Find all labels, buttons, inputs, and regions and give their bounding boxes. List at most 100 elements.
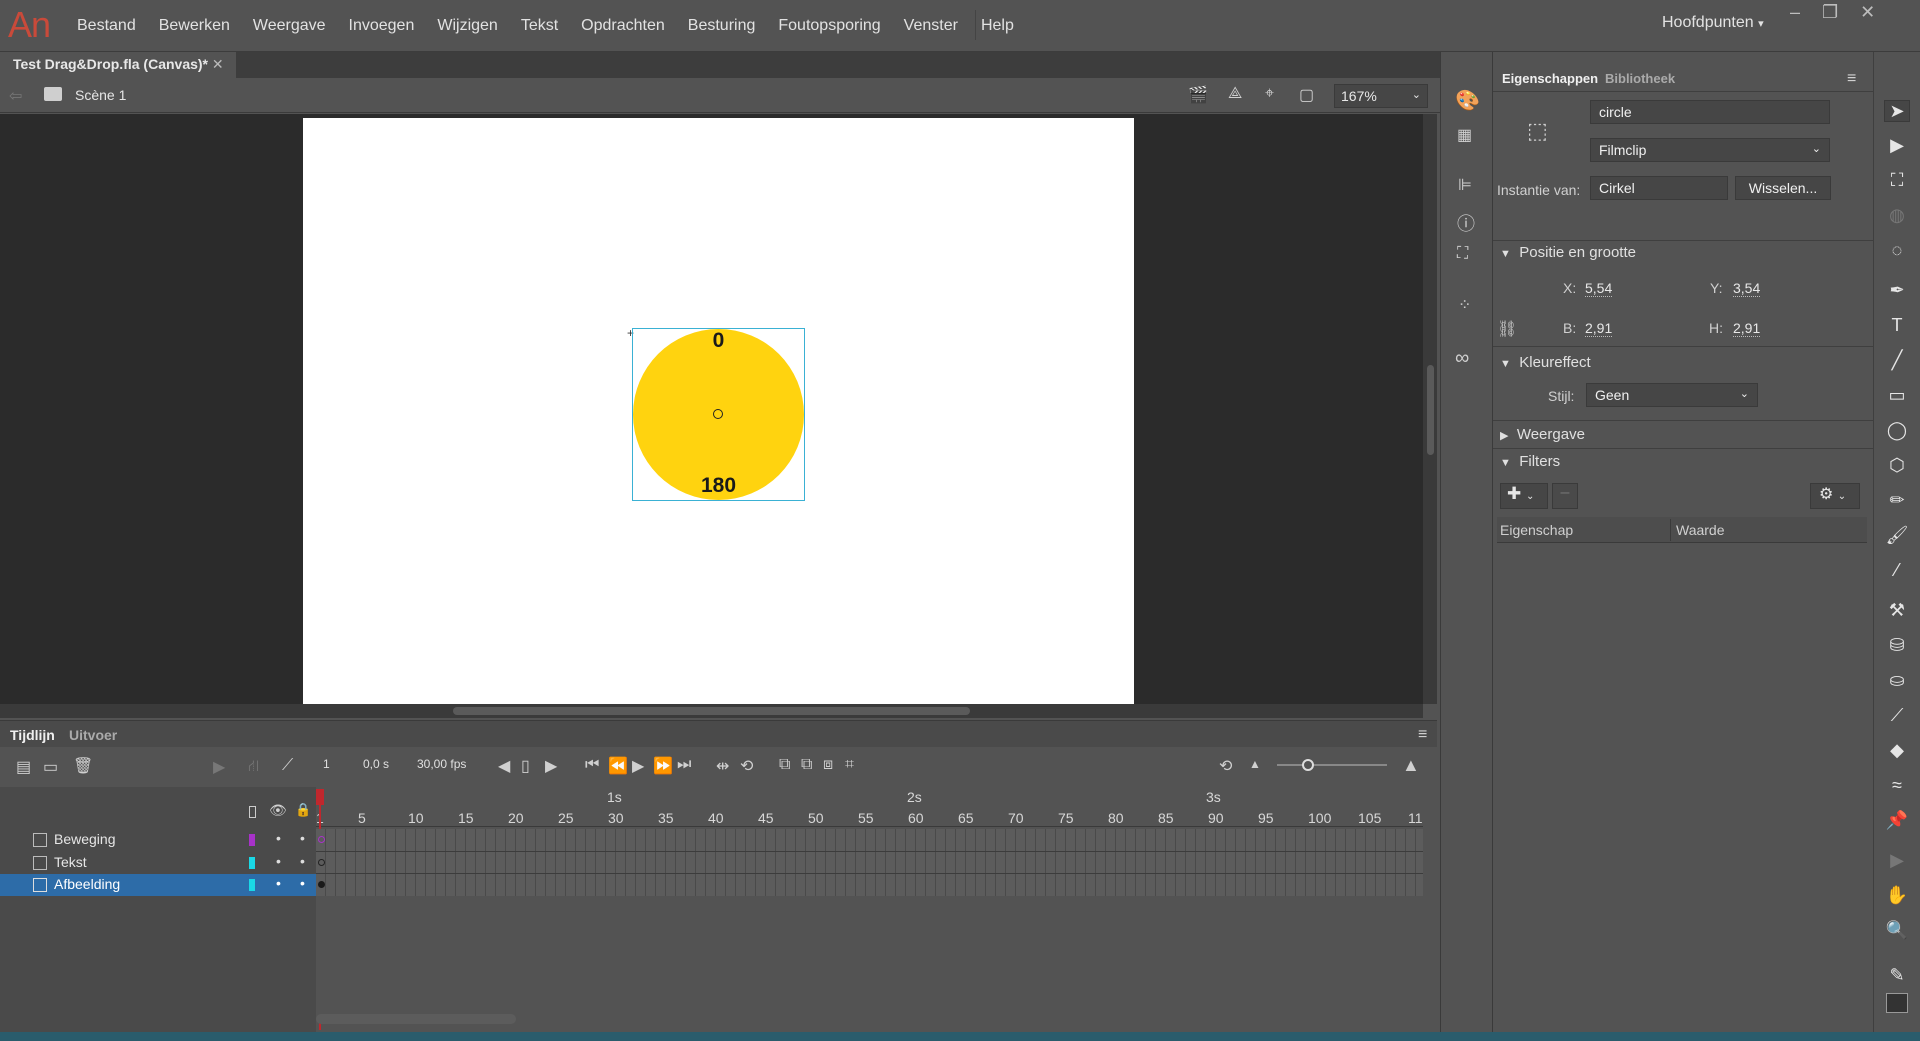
new-folder-icon[interactable]: ▭ [43, 757, 58, 777]
back-arrow-icon[interactable]: ⇦ [9, 86, 22, 106]
paint-brush-tool-icon[interactable]: 🖌 [1884, 525, 1910, 547]
modify-markers-icon[interactable]: ⌗ [845, 756, 854, 774]
center-stage-icon[interactable]: ⌖ [1265, 85, 1274, 103]
height-value[interactable]: 2,91 [1733, 320, 1761, 337]
playhead-marker[interactable] [316, 789, 324, 805]
x-value[interactable]: 5,54 [1585, 280, 1613, 297]
3d-rotation-tool-icon[interactable]: ◍ [1884, 205, 1910, 227]
menu-item-opdrachten[interactable]: Opdrachten [581, 17, 665, 35]
layer-color-swatch[interactable] [249, 834, 255, 846]
visibility-dot[interactable]: • [276, 853, 281, 869]
rectangle-tool-icon[interactable]: ▭ [1884, 385, 1910, 407]
zoom-select[interactable]: 167% ⌄ [1334, 84, 1428, 108]
layer-row-beweging[interactable]: Beweging • • [0, 829, 316, 851]
free-transform-tool-icon[interactable]: ⛶ [1884, 170, 1910, 192]
tab-uitvoer[interactable]: Uitvoer [69, 727, 117, 743]
oval-tool-icon[interactable]: ◯ [1884, 420, 1910, 442]
current-frame[interactable]: 1 [323, 757, 330, 771]
align-icon[interactable]: ⊫ [1458, 175, 1472, 195]
color-effect-section-header[interactable]: ▼ Kleureffect [1500, 354, 1591, 371]
camera-layer-icon[interactable]: ▶ [213, 757, 225, 777]
components-icon[interactable]: ⁘ [1458, 295, 1471, 315]
line-tool-icon[interactable]: ╱ [1884, 350, 1910, 372]
text-tool-icon[interactable]: T [1884, 315, 1910, 337]
width-tool-icon[interactable]: ≈ [1884, 775, 1910, 797]
play-icon[interactable]: ▶ [632, 756, 644, 776]
brush-tool-icon[interactable]: ⁄ [1884, 560, 1910, 582]
symbol-type-select[interactable]: Filmclip ⌄ [1590, 138, 1830, 162]
frame-zoom-slider[interactable] [1277, 764, 1387, 766]
selection-tool-icon[interactable]: ➤ [1884, 100, 1910, 122]
layer-color-swatch[interactable] [249, 879, 255, 891]
menu-item-tekst[interactable]: Tekst [521, 17, 558, 35]
go-to-last-frame-icon[interactable]: ⏭ [677, 756, 691, 774]
horizontal-scroll-thumb[interactable] [453, 707, 970, 715]
current-time[interactable]: 0,0 s [363, 757, 389, 771]
new-layer-icon[interactable]: ▤ [16, 757, 31, 777]
keyframe-dot[interactable] [318, 859, 325, 866]
menu-item-bewerken[interactable]: Bewerken [159, 17, 230, 35]
panel-menu-icon[interactable]: ≡ [1847, 70, 1856, 88]
remove-filter-button[interactable]: – [1552, 483, 1578, 509]
insert-frames-icon[interactable]: ⇹ [716, 756, 729, 776]
pen-tool-icon[interactable]: ✒ [1884, 280, 1910, 302]
layer-row-afbeelding[interactable]: Afbeelding • • [0, 874, 316, 896]
edit-scene-icon[interactable]: 🎬 [1188, 85, 1208, 105]
pencil-tool-icon[interactable]: ✏ [1884, 490, 1910, 512]
close-tab-icon[interactable]: ✕ [212, 56, 224, 72]
maximize-icon[interactable]: ❐ [1822, 2, 1838, 23]
filter-options-button[interactable]: ⚙ ⌄ [1810, 483, 1860, 509]
bone-tool-icon[interactable]: ⚒ [1884, 600, 1910, 622]
fill-color-swatch[interactable] [1886, 993, 1908, 1013]
onion-skin-outlines-icon[interactable]: ⧉ [801, 756, 812, 774]
subselection-tool-icon[interactable]: ▶ [1884, 135, 1910, 157]
keyframe-icon[interactable]: ▯ [521, 756, 530, 776]
hand-tool-icon[interactable]: ✋ [1884, 885, 1910, 907]
onion-skin-icon[interactable]: ⧉ [779, 756, 790, 774]
add-filter-button[interactable]: ✚ ⌄ [1500, 483, 1548, 509]
visibility-dot[interactable]: • [276, 830, 281, 846]
menu-item-weergave[interactable]: Weergave [253, 17, 326, 35]
graph-icon[interactable]: ⟋ [282, 757, 293, 775]
lock-dot[interactable]: • [300, 875, 305, 891]
zoom-out-frames-icon[interactable]: ▲ [1249, 757, 1261, 771]
document-tab[interactable]: Test Drag&Drop.fla (Canvas)* ✕ [0, 52, 236, 78]
swap-button[interactable]: Wisselen... [1735, 176, 1831, 200]
menu-item-wijzigen[interactable]: Wijzigen [437, 17, 497, 35]
ink-bottle-tool-icon[interactable]: ⛀ [1884, 670, 1910, 692]
frames-grid[interactable] [316, 829, 1423, 896]
camera-tool-icon[interactable]: ▶ [1884, 850, 1910, 872]
tab-bibliotheek[interactable]: Bibliotheek [1605, 71, 1675, 86]
instance-name-input[interactable]: circle [1590, 100, 1830, 124]
keyframe-dot[interactable] [318, 836, 325, 843]
edit-multiple-frames-icon[interactable]: ⧈ [823, 756, 833, 774]
style-select[interactable]: Geen ⌄ [1586, 383, 1758, 407]
lock-icon[interactable]: 🔒 [295, 802, 311, 818]
step-forward-icon[interactable]: ⏩ [653, 756, 673, 776]
zoom-in-frames-icon[interactable]: ▲ [1402, 755, 1420, 776]
delete-layer-icon[interactable]: 🗑 [73, 756, 93, 776]
edit-symbol-icon[interactable]: ⟁ [1228, 85, 1242, 103]
polystar-tool-icon[interactable]: ⬡ [1884, 455, 1910, 477]
swatches-icon[interactable]: ▦ [1457, 125, 1472, 145]
menu-item-besturing[interactable]: Besturing [688, 17, 756, 35]
close-icon[interactable]: ✕ [1860, 2, 1875, 23]
eye-icon[interactable]: 👁 [269, 802, 287, 819]
transform-icon[interactable]: ⛶ [1457, 245, 1468, 263]
menu-item-bestand[interactable]: Bestand [77, 17, 136, 35]
position-section-header[interactable]: ▼ Positie en grootte [1500, 244, 1636, 261]
parenting-icon[interactable]: ⛙ [248, 757, 259, 777]
tab-tijdlijn[interactable]: Tijdlijn [10, 727, 55, 743]
transform-point-icon[interactable] [713, 409, 723, 419]
step-back-icon[interactable]: ⏪ [608, 756, 628, 776]
width-value[interactable]: 2,91 [1585, 320, 1613, 337]
creative-cloud-icon[interactable]: ∞ [1455, 347, 1469, 370]
clip-content-icon[interactable]: ▢ [1299, 85, 1314, 105]
timeline-menu-icon[interactable]: ≡ [1418, 726, 1427, 744]
filters-section-header[interactable]: ▼ Filters [1500, 453, 1560, 470]
menu-item-help[interactable]: Help [981, 17, 1014, 35]
lock-dot[interactable]: • [300, 853, 305, 869]
stroke-color-icon[interactable]: ✎ [1884, 965, 1910, 987]
color-palette-icon[interactable]: 🎨 [1455, 88, 1480, 113]
lasso-tool-icon[interactable]: ◌ [1884, 240, 1910, 262]
